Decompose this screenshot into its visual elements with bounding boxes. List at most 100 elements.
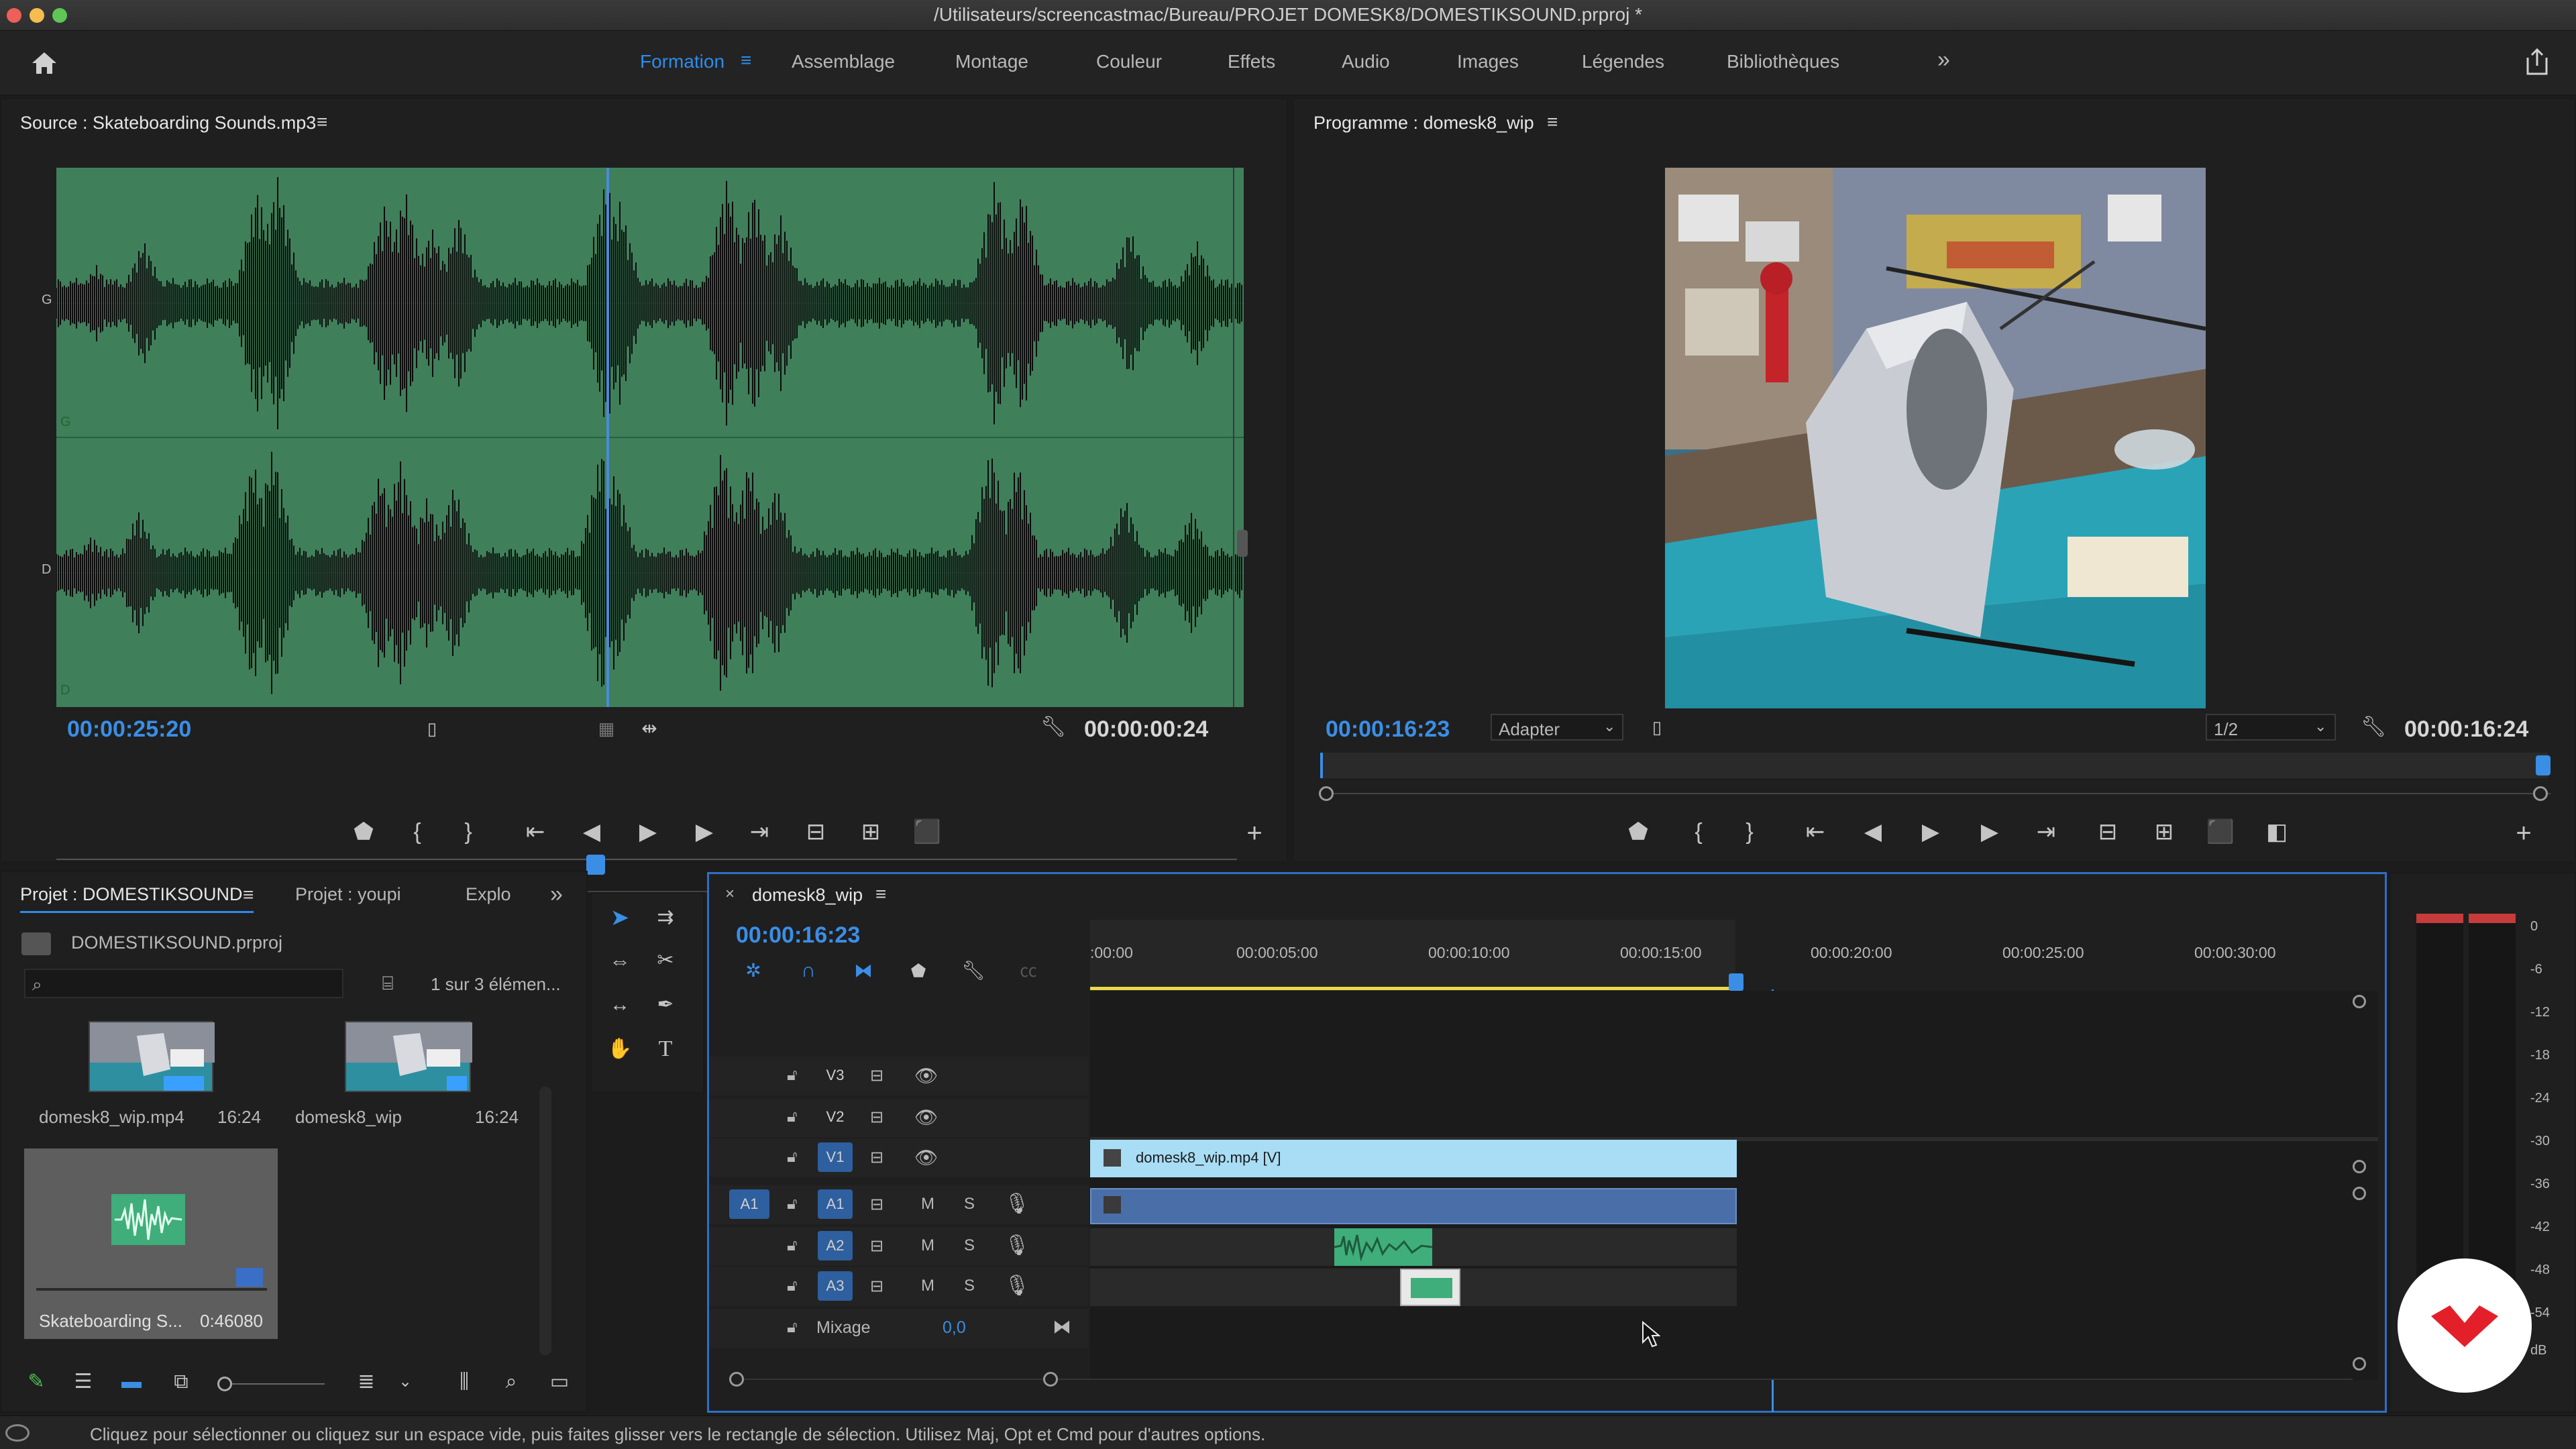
clip-a3[interactable] bbox=[1400, 1269, 1460, 1306]
mix-go-to-end-icon[interactable]: ⧓ bbox=[1053, 1316, 1071, 1338]
source-menu-icon[interactable]: ≡ bbox=[317, 111, 327, 133]
vertical-zoom-handle[interactable] bbox=[1237, 530, 1248, 557]
lock-icon[interactable]: 🔓︎ bbox=[787, 1277, 798, 1295]
clip-v1[interactable]: domesk8_wip.mp4 [V] bbox=[1090, 1140, 1737, 1177]
thumbnail-domesk8-wip-mp4[interactable] bbox=[89, 1021, 215, 1092]
timeline-settings-wrench-icon[interactable]: 🔧︎ bbox=[959, 957, 988, 984]
chevron-down-icon[interactable]: ⌄ bbox=[390, 1368, 420, 1395]
tab-audio[interactable]: Audio bbox=[1342, 51, 1390, 72]
program-mark-in-icon[interactable]: { bbox=[1684, 818, 1713, 845]
sync-lock-icon[interactable]: ⊟ bbox=[870, 1108, 883, 1127]
tab-montage[interactable]: Montage bbox=[955, 51, 1028, 72]
tab-couleur[interactable]: Couleur bbox=[1096, 51, 1162, 72]
share-icon[interactable] bbox=[2524, 47, 2551, 76]
sync-lock-icon[interactable]: ⊟ bbox=[870, 1277, 883, 1296]
program-timecode[interactable]: 00:00:16:23 bbox=[1326, 716, 1450, 743]
sort-icon[interactable]: ≣ bbox=[352, 1368, 381, 1395]
track-label-targeted[interactable]: A1 bbox=[818, 1189, 853, 1219]
program-step-back-icon[interactable]: ◀ bbox=[1858, 818, 1888, 845]
icon-view-icon[interactable]: ▬ bbox=[117, 1368, 146, 1395]
go-to-in-icon[interactable]: ⇤ bbox=[521, 818, 550, 845]
audio-item-skateboarding[interactable]: Skateboarding S... 0:46080 bbox=[24, 1148, 278, 1339]
timeline-playhead-handle[interactable] bbox=[1729, 973, 1743, 991]
step-forward-icon[interactable]: ▶ bbox=[690, 818, 719, 845]
solo-button[interactable]: S bbox=[964, 1195, 975, 1214]
lock-icon[interactable]: 🔓︎ bbox=[787, 1066, 798, 1085]
track-label-targeted[interactable]: A2 bbox=[818, 1231, 853, 1260]
tab-formation[interactable]: Formation bbox=[640, 51, 724, 72]
thumbnail-domesk8-wip[interactable] bbox=[345, 1021, 472, 1092]
lock-icon[interactable]: 🔓︎ bbox=[787, 1318, 798, 1337]
razor-tool-icon[interactable]: ✂ bbox=[651, 947, 680, 974]
program-play-icon[interactable]: ▶ bbox=[1916, 818, 1945, 845]
freeform-view-icon[interactable]: ⧉ bbox=[166, 1368, 196, 1395]
text-tool-icon[interactable]: T bbox=[651, 1036, 680, 1063]
source-mini-playhead[interactable] bbox=[586, 855, 605, 875]
program-add-marker-icon[interactable]: ⬟ bbox=[1623, 818, 1653, 845]
sequence-tab[interactable]: domesk8_wip bbox=[752, 885, 863, 906]
sequence-menu-icon[interactable]: ≡ bbox=[875, 883, 886, 905]
nest-icon[interactable]: ✲ bbox=[739, 957, 768, 984]
hand-tool-icon[interactable]: ✋ bbox=[605, 1036, 635, 1063]
source-settings-wrench-icon[interactable]: 🔧︎ bbox=[1038, 714, 1068, 741]
work-area-bar[interactable] bbox=[1090, 987, 1735, 990]
tab-bibliotheques[interactable]: Bibliothèques bbox=[1727, 51, 1839, 72]
solo-button[interactable]: S bbox=[964, 1277, 975, 1295]
item-name[interactable]: domesk8_wip bbox=[295, 1107, 402, 1128]
program-zoom-start-handle[interactable] bbox=[1319, 786, 1334, 801]
tab-explorer[interactable]: Explo bbox=[466, 884, 511, 905]
program-go-to-out-icon[interactable]: ⇥ bbox=[2031, 818, 2061, 845]
solo-button[interactable]: S bbox=[964, 1236, 975, 1255]
track-area[interactable] bbox=[1090, 991, 2378, 1380]
fit-dropdown[interactable]: Adapter ⌄ bbox=[1491, 714, 1623, 741]
program-zoom-bar[interactable] bbox=[1323, 793, 2551, 794]
mark-in-icon[interactable]: { bbox=[402, 818, 432, 845]
workspace-menu-icon[interactable]: ≡ bbox=[741, 50, 751, 71]
slip-tool-icon[interactable]: ↔ bbox=[605, 991, 635, 1018]
tab-images[interactable]: Images bbox=[1457, 51, 1519, 72]
new-bin-icon[interactable]: ▭ bbox=[545, 1368, 574, 1395]
h-scroll-end-handle[interactable] bbox=[1043, 1372, 1058, 1387]
program-drag-icon[interactable]: ▯ bbox=[1642, 714, 1672, 741]
track-label[interactable]: V3 bbox=[820, 1061, 850, 1090]
program-mini-playhead[interactable] bbox=[2536, 755, 2551, 775]
timeline-horizontal-scroll[interactable] bbox=[729, 1379, 2353, 1380]
more-workspaces-icon[interactable]: » bbox=[1937, 47, 1950, 73]
microphone-icon[interactable]: 🎙︎ bbox=[1004, 1234, 1030, 1257]
eye-icon[interactable]: 👁︎ bbox=[914, 1106, 938, 1128]
h-scroll-start-handle[interactable] bbox=[729, 1372, 744, 1387]
lift-icon[interactable]: ⊟ bbox=[2093, 818, 2123, 845]
program-button-editor-icon[interactable]: + bbox=[2509, 820, 2538, 847]
comparison-view-icon[interactable]: ◧ bbox=[2262, 818, 2292, 845]
program-go-to-in-icon[interactable]: ⇤ bbox=[1801, 818, 1830, 845]
new-bin-from-search-icon[interactable]: ⌸ bbox=[373, 970, 402, 997]
lock-icon[interactable]: 🔓︎ bbox=[787, 1108, 798, 1126]
source-button-editor-icon[interactable]: + bbox=[1240, 820, 1269, 847]
source-patch-a1[interactable]: A1 bbox=[729, 1189, 769, 1219]
list-view-icon[interactable]: ☰ bbox=[68, 1368, 98, 1395]
track-label-targeted[interactable]: A3 bbox=[818, 1271, 853, 1301]
lock-icon[interactable]: 🔓︎ bbox=[787, 1195, 798, 1214]
microphone-icon[interactable]: 🎙︎ bbox=[1004, 1192, 1030, 1216]
mark-out-icon[interactable]: } bbox=[453, 818, 483, 845]
track-label[interactable]: V2 bbox=[820, 1102, 850, 1132]
lock-icon[interactable]: 🔓︎ bbox=[787, 1148, 798, 1167]
extract-icon[interactable]: ⊞ bbox=[2149, 818, 2179, 845]
sync-lock-icon[interactable]: ⊟ bbox=[870, 1195, 883, 1214]
microphone-icon[interactable]: 🎙︎ bbox=[1004, 1274, 1030, 1297]
more-panels-icon[interactable]: » bbox=[550, 881, 563, 908]
resolution-dropdown[interactable]: 1/2 ⌄ bbox=[2206, 714, 2336, 741]
mute-button[interactable]: M bbox=[921, 1277, 934, 1295]
program-settings-wrench-icon[interactable]: 🔧︎ bbox=[2359, 714, 2388, 741]
slider-handle[interactable] bbox=[217, 1377, 232, 1391]
lock-icon[interactable]: 🔓︎ bbox=[787, 1236, 798, 1255]
tab-effets[interactable]: Effets bbox=[1228, 51, 1275, 72]
mute-button[interactable]: M bbox=[921, 1195, 934, 1214]
program-menu-icon[interactable]: ≡ bbox=[1547, 111, 1558, 133]
find-icon[interactable]: ⌕ bbox=[496, 1368, 526, 1395]
snap-magnet-icon[interactable]: ∩ bbox=[794, 957, 823, 984]
project-search-input[interactable]: ⌕ bbox=[24, 969, 343, 998]
selection-tool-icon[interactable]: ➤ bbox=[605, 904, 635, 931]
ripple-edit-tool-icon[interactable]: ⇔ bbox=[605, 947, 635, 974]
close-sequence-icon[interactable]: × bbox=[725, 885, 735, 904]
